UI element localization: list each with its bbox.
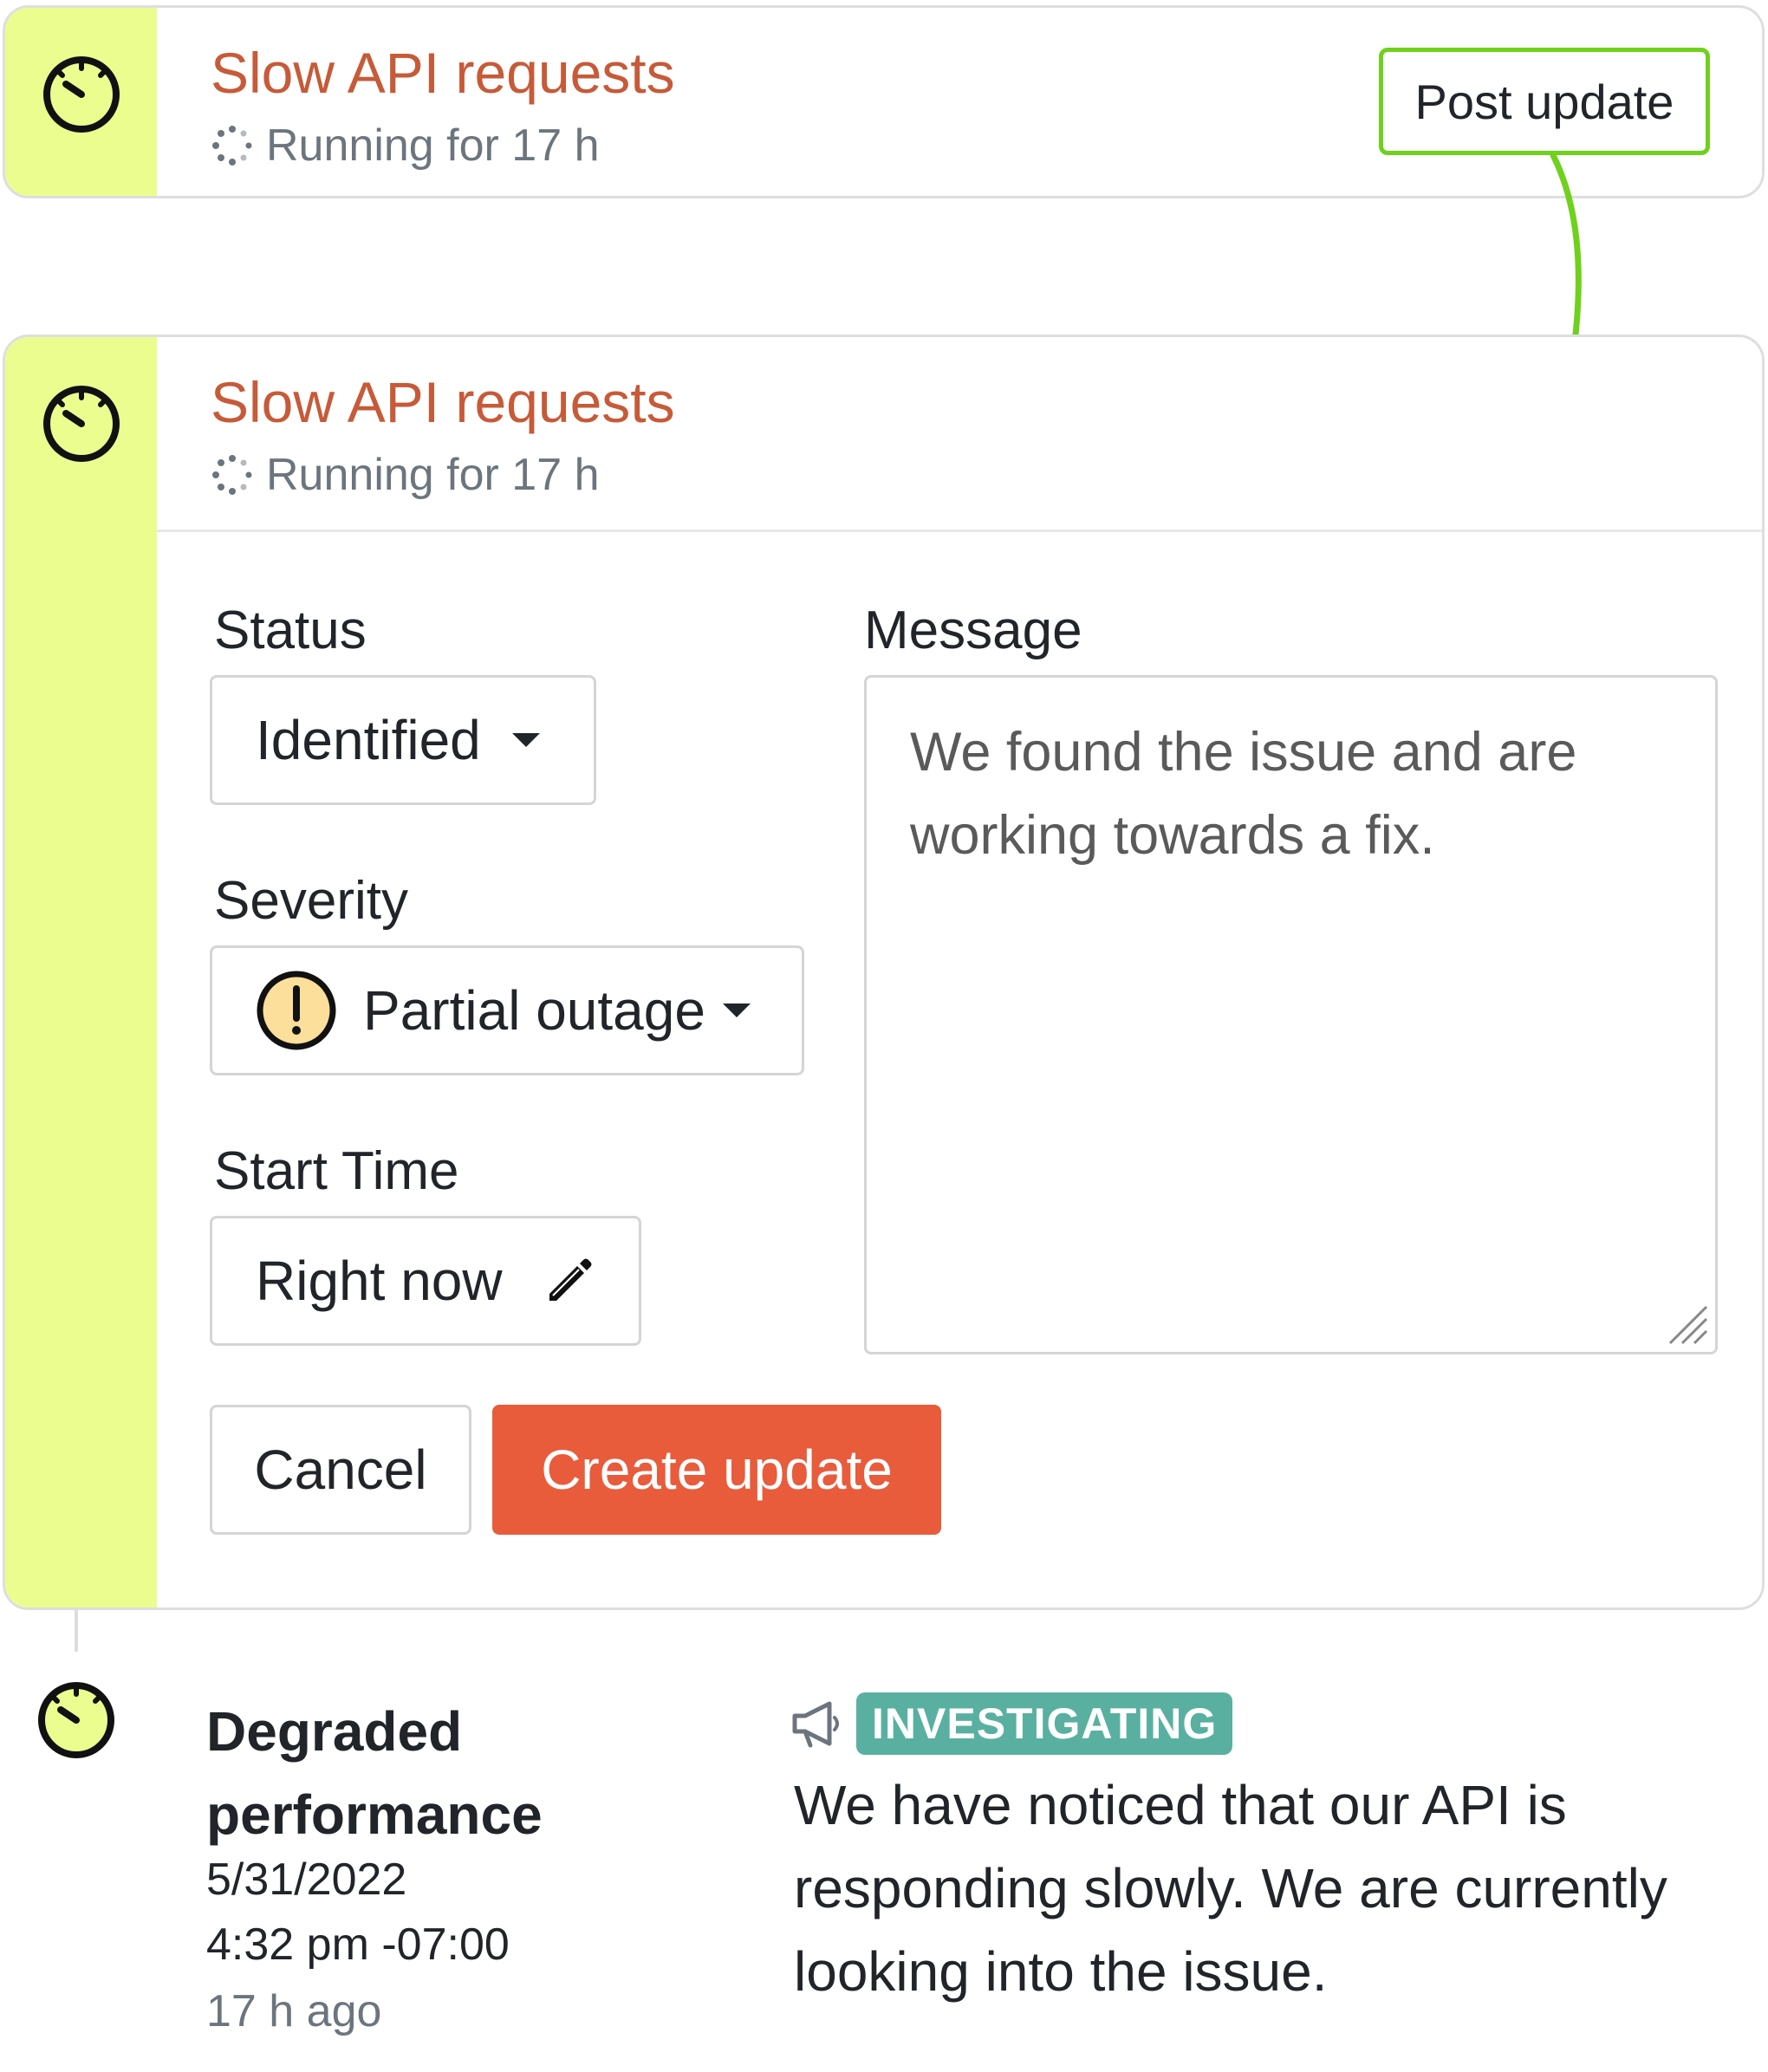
incident-card-expanded: Slow API requests Running for 17 h Statu… (3, 335, 1765, 1610)
update-date: 5/31/2022 (206, 1854, 407, 1905)
status-badge: INVESTIGATING (856, 1692, 1233, 1755)
cancel-button[interactable]: Cancel (210, 1405, 471, 1535)
megaphone-icon (792, 1701, 839, 1748)
severity-dropdown[interactable]: Partial outage (210, 945, 804, 1075)
status-dropdown[interactable]: Identified (210, 675, 596, 805)
severity-value: Partial outage (363, 979, 705, 1042)
severity-label: Severity (214, 871, 408, 931)
card-header: Slow API requests Running for 17 h (157, 337, 1762, 530)
pencil-icon (549, 1258, 592, 1301)
update-ago: 17 h ago (206, 1986, 382, 2036)
start-time-field[interactable]: Right now (210, 1216, 641, 1346)
status-label: Status (214, 601, 367, 660)
stopwatch-icon (38, 1682, 114, 1758)
resize-handle-icon[interactable] (1665, 1302, 1710, 1347)
card-stripe (5, 8, 157, 196)
spinner-icon (212, 126, 252, 166)
timeline-connector (75, 1610, 78, 1652)
page: Slow API requests Running for 17 h Post … (0, 0, 1768, 2072)
chevron-down-icon (511, 733, 540, 747)
running-text: Running for 17 h (266, 450, 600, 500)
update-title: Degraded performance (206, 1700, 543, 1846)
card-stripe (5, 337, 157, 1608)
spinner-icon (212, 455, 252, 495)
incident-title[interactable]: Slow API requests (211, 373, 675, 431)
post-update-button[interactable]: Post update (1379, 48, 1710, 155)
update-time: 4:32 pm -07:00 (206, 1919, 510, 1970)
chevron-down-icon (722, 1004, 751, 1017)
message-label: Message (864, 601, 1082, 660)
warning-icon (257, 971, 336, 1050)
stopwatch-icon (43, 56, 120, 133)
start-time-label: Start Time (214, 1141, 459, 1201)
stopwatch-icon (43, 386, 120, 462)
running-text: Running for 17 h (266, 120, 600, 171)
incident-title[interactable]: Slow API requests (211, 44, 675, 101)
message-textarea[interactable]: We found the issue and are working towar… (864, 675, 1718, 1354)
running-status: Running for 17 h (211, 452, 600, 497)
start-time-value: Right now (256, 1250, 503, 1312)
update-message: We have noticed that our API is respondi… (794, 1774, 1667, 2003)
update-form: Status Identified Severity Partial outag… (157, 532, 1762, 1608)
create-update-button[interactable]: Create update (492, 1405, 941, 1535)
status-value: Identified (256, 709, 481, 771)
running-status: Running for 17 h (211, 123, 600, 168)
